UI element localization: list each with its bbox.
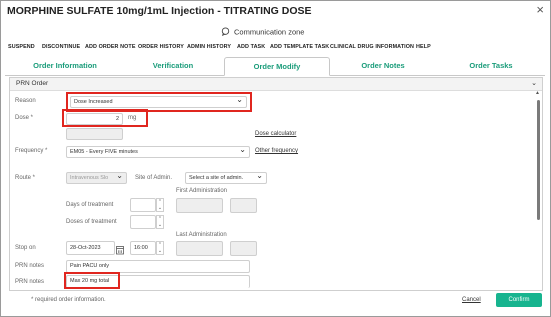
communication-zone-label: Communication zone	[234, 27, 305, 37]
tab-order-notes[interactable]: Order Notes	[333, 57, 433, 74]
prn-notes-label-2: PRN notes	[15, 279, 45, 285]
scrollbar-thumb[interactable]	[537, 100, 540, 220]
panel-header[interactable]: PRN Order ⌄	[10, 78, 542, 91]
menu-suspend[interactable]: SUSPEND	[8, 44, 35, 50]
prn-notes-label-1: PRN notes	[15, 263, 45, 269]
scrollbar[interactable]: ▲	[535, 90, 541, 284]
other-frequency-link[interactable]: Other frequency	[255, 148, 298, 154]
chevron-down-icon[interactable]: ⌄	[531, 79, 537, 87]
first-administration-label: First Administration	[176, 188, 228, 194]
site-label: Site of Admin.	[135, 175, 173, 181]
communication-zone[interactable]: Communication zone	[221, 27, 304, 38]
site-select[interactable]: Select a site of admin.	[185, 172, 267, 184]
prn-notes-highlight-box	[64, 272, 120, 289]
title-bar: MORPHINE SULFATE 10mg/1mL Injection - TI…	[1, 1, 550, 21]
menu-add-template-task[interactable]: ADD TEMPLATE TASK	[270, 44, 329, 50]
days-of-treatment-input[interactable]	[130, 198, 156, 212]
doses-stepper[interactable]: ⌃ ⌄	[156, 215, 164, 229]
menu-admin-history[interactable]: ADMIN HISTORY	[187, 44, 231, 50]
tab-verification[interactable]: Verification	[123, 57, 223, 74]
menu-help[interactable]: HELP	[416, 44, 431, 50]
stop-time-stepper[interactable]: ⌃ ⌄	[156, 241, 164, 255]
reason-label: Reason	[15, 98, 36, 104]
frequency-select[interactable]: EM05 - Every FIVE minutes	[66, 146, 250, 158]
menu-add-order-note[interactable]: ADD ORDER NOTE	[85, 44, 136, 50]
confirm-button[interactable]: Confirm	[496, 293, 542, 307]
cancel-link[interactable]: Cancel	[462, 297, 481, 303]
frequency-label: Frequency *	[15, 148, 48, 154]
doses-of-treatment-label: Doses of treatment	[66, 219, 117, 225]
first-admin-date	[176, 198, 223, 213]
tab-bar: Order Information Verification Order Mod…	[5, 57, 545, 76]
days-stepper[interactable]: ⌃ ⌄	[156, 198, 164, 212]
stop-date-input[interactable]: 28-Oct-2023	[66, 241, 115, 255]
menu-clinical-drug-information[interactable]: CLINICAL DRUG INFORMATION	[330, 44, 414, 50]
action-menu: SUSPEND DISCONTINUE ADD ORDER NOTE ORDER…	[1, 41, 550, 53]
prn-order-panel: PRN Order ⌄ Reason Dose Increased Dose *…	[9, 77, 543, 291]
dialog-title: MORPHINE SULFATE 10mg/1mL Injection - TI…	[7, 5, 312, 17]
required-note: * required order information.	[31, 297, 106, 303]
menu-discontinue[interactable]: DISCONTINUE	[42, 44, 80, 50]
doses-of-treatment-input[interactable]	[130, 215, 156, 229]
panel-header-label: PRN Order	[16, 80, 49, 87]
chevron-down-icon[interactable]: ⌄	[157, 205, 163, 211]
stop-on-label: Stop on	[15, 245, 36, 251]
order-dialog: MORPHINE SULFATE 10mg/1mL Injection - TI…	[0, 0, 551, 317]
tab-order-modify[interactable]: Order Modify	[224, 57, 330, 76]
tab-order-information[interactable]: Order Information	[15, 57, 115, 74]
last-administration-label: Last Administration	[176, 232, 227, 238]
chat-bubble-icon	[221, 27, 230, 38]
scroll-up-icon[interactable]: ▲	[535, 90, 540, 96]
tab-order-tasks[interactable]: Order Tasks	[441, 57, 541, 74]
dose-secondary-field	[66, 128, 123, 140]
route-label: Route *	[15, 175, 36, 181]
last-admin-date	[176, 241, 223, 256]
menu-order-history[interactable]: ORDER HISTORY	[138, 44, 184, 50]
last-admin-time	[230, 241, 257, 256]
calendar-icon[interactable]	[116, 242, 124, 255]
dose-calculator-link[interactable]: Dose calculator	[255, 131, 296, 137]
dose-highlight-box	[62, 109, 148, 127]
stop-time-input[interactable]: 16:00	[130, 241, 156, 255]
chevron-down-icon[interactable]: ⌄	[157, 222, 163, 228]
dose-label: Dose *	[15, 115, 34, 121]
chevron-down-icon[interactable]: ⌄	[157, 248, 163, 254]
days-of-treatment-label: Days of treatment	[66, 202, 114, 208]
close-icon[interactable]: ×	[536, 3, 544, 17]
menu-add-task[interactable]: ADD TASK	[237, 44, 265, 50]
route-select: Intravenous Slo	[66, 172, 127, 184]
first-admin-time	[230, 198, 257, 213]
